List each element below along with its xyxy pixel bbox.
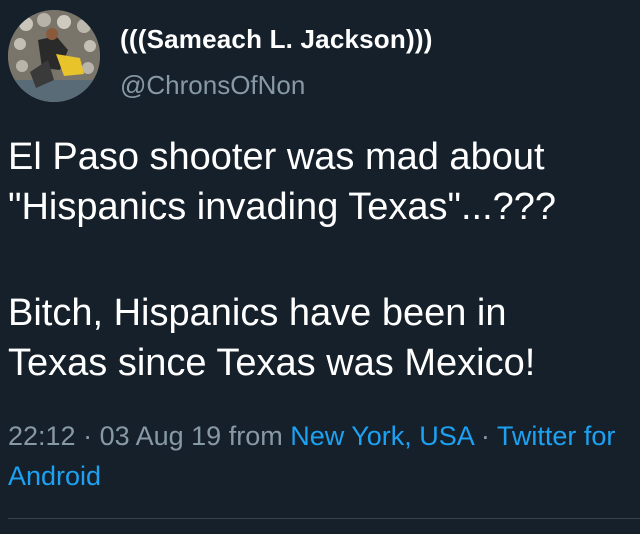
- tweet-time[interactable]: 22:12: [8, 421, 76, 451]
- tweet-line: Texas since Texas was Mexico!: [8, 342, 536, 384]
- display-name[interactable]: (((Sameach L. Jackson))): [120, 24, 433, 55]
- divider: [8, 518, 640, 519]
- avatar-image-icon: [8, 10, 100, 102]
- tweet-date[interactable]: 03 Aug 19: [100, 421, 222, 451]
- tweet-text: El Paso shooter was mad about "Hispanics…: [8, 132, 633, 388]
- avatar[interactable]: [8, 10, 100, 102]
- meta-separator: ·: [75, 421, 100, 451]
- tweet-meta: 22:12 · 03 Aug 19 from New York, USA · T…: [8, 416, 636, 496]
- tweet-card: (((Sameach L. Jackson))) @ChronsOfNon El…: [0, 0, 640, 534]
- meta-separator-2: ·: [473, 421, 497, 451]
- from-word: from: [221, 421, 291, 451]
- user-handle[interactable]: @ChronsOfNon: [120, 70, 305, 101]
- location-link[interactable]: New York, USA: [290, 421, 473, 451]
- tweet-line: "Hispanics invading Texas"...???: [8, 186, 557, 228]
- tweet-line: Bitch, Hispanics have been in: [8, 292, 507, 334]
- tweet-line: El Paso shooter was mad about: [8, 136, 545, 178]
